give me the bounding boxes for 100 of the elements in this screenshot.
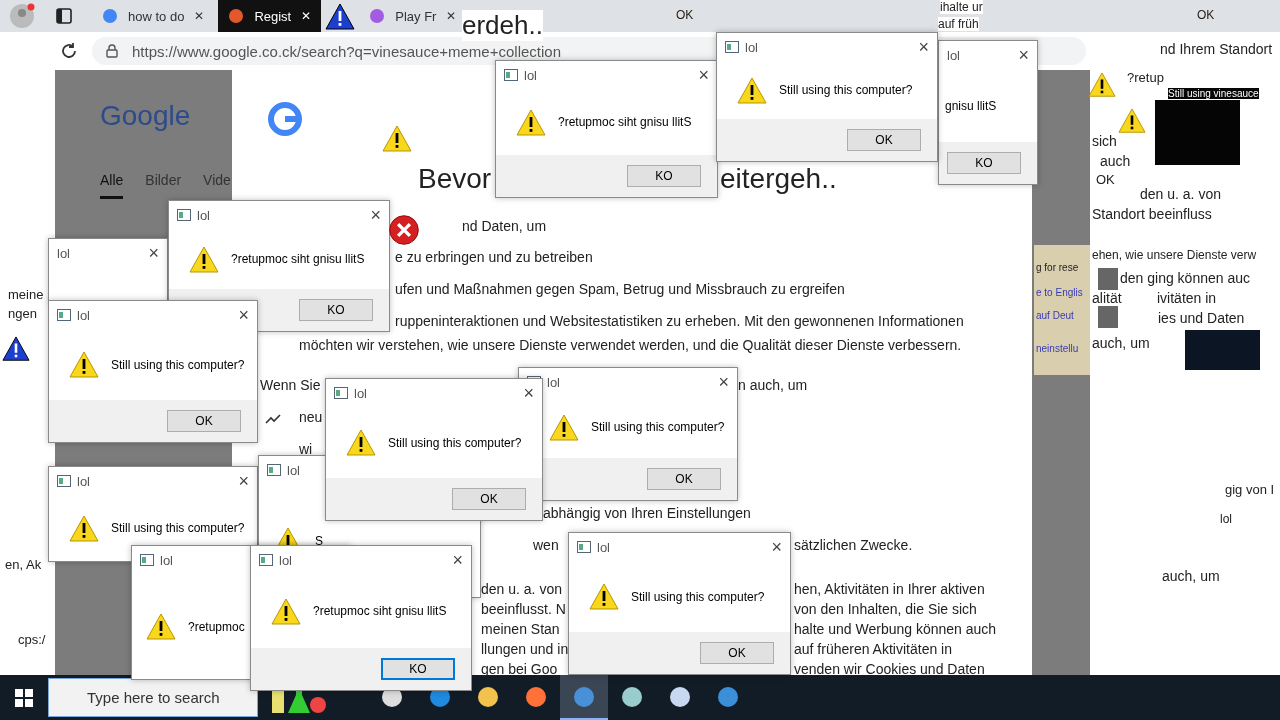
warning-icon [189,245,219,273]
glitch-text: den ging können auc [1120,270,1250,286]
glitch-text: OK [676,8,694,22]
dialog-button[interactable]: OK [167,410,241,432]
warning-icon [1118,108,1146,134]
dialog-message: Still using this computer? [111,357,245,372]
browser-tab[interactable]: Regist ✕ [218,0,322,32]
close-icon[interactable]: × [918,36,929,58]
glitch-text: ivitäten in [1157,290,1217,306]
close-icon[interactable]: ✕ [194,9,205,23]
dialog-message: ?retupmoc siht gnisu llitS [558,115,692,129]
window-title: lol [597,539,610,555]
window-title: lol [160,552,173,568]
favicon-icon [369,8,386,24]
consent-heading: eitergeh.. [720,163,837,195]
tab-actions-icon[interactable] [56,8,72,24]
warning-icon [589,583,619,610]
dialog-message: Still using this computer? [111,521,245,535]
glitch-text: ihalte ur [940,0,983,14]
avatar-icon[interactable] [8,2,36,30]
window-title: lol [77,473,90,489]
close-icon[interactable]: × [148,242,159,264]
consent-text: llungen und in [481,641,569,657]
window-title: lol [279,552,292,568]
dialog-message: Still using this computer? [631,589,765,604]
reload-icon[interactable] [60,42,78,60]
consent-text: venden wir Cookies und Daten [794,661,985,677]
dialog-button[interactable]: KO [947,152,1021,174]
search-field[interactable]: Type here to search [48,678,258,717]
browser-tab[interactable]: how to do ✕ [92,0,215,32]
consent-text: auf früheren Aktivitäten in [794,641,952,657]
window-title: lol [57,245,70,261]
consent-text: nd Daten, um [462,218,547,234]
window-title: lol [524,67,537,83]
glitch-text: auch [1100,153,1131,169]
close-icon[interactable]: × [452,549,463,571]
glitch-text: ehen, wie unsere Dienste verw [1092,248,1257,262]
close-icon[interactable]: × [1018,44,1029,66]
dialog-button[interactable]: OK [700,642,774,664]
consent-text: Wenn Sie [260,377,321,393]
consent-text: n auch, um [738,377,808,393]
close-icon[interactable]: ✕ [301,9,312,23]
favicon-icon [102,8,118,24]
dialog-button[interactable]: KO [627,165,701,187]
glitch-text: cps:/ [18,632,46,647]
dialog-button[interactable]: OK [847,129,921,151]
consent-text: e zu erbringen und zu betreiben [395,249,593,265]
glitch-text: Standort beeinfluss [1092,206,1212,222]
window-title: lol [947,47,960,63]
dialog-message: gnisu llitS [945,98,997,113]
glitch-text: OK [1197,8,1215,22]
panel-text: e to Englis [1036,287,1083,298]
dialog-message: ?retupmoc siht gnisu llitS [231,252,365,266]
warning-icon [325,2,356,30]
warning-icon [737,76,767,104]
dialog-button[interactable]: OK [647,468,721,490]
glitch-text: sich [1092,133,1117,149]
panel-text: g for rese [1036,262,1079,273]
consent-text: neu [299,409,323,425]
warning-icon [516,108,546,136]
google-icon [266,100,304,138]
warning-icon [146,613,176,640]
glitch-text: en, Ak [5,557,42,572]
panel-text: neinstellu [1036,343,1079,354]
consent-text: halte und Werbung können auch [794,621,997,637]
window-title: lol [197,207,210,223]
favicon-icon [228,8,245,24]
window-title: lol [745,39,758,55]
glitch-text: OK [1096,172,1115,187]
consent-text: von den Inhalten, die Sie sich [794,601,977,617]
dialog-message: S [315,533,323,548]
glitch-text: erdeh.. [462,10,543,41]
nav-tab[interactable]: Alle [99,172,124,199]
close-icon[interactable]: ✕ [446,9,457,23]
glitch-text: den u. a. von [1140,186,1221,202]
window-title: lol [547,374,560,390]
warning-icon [346,429,376,456]
close-icon[interactable]: × [771,536,782,558]
warning-icon [271,597,301,625]
close-icon[interactable]: × [370,204,381,226]
dialog-button[interactable]: KO [381,658,455,680]
consent-text: den u. a. von [481,581,562,597]
dialog-button[interactable]: KO [299,299,373,321]
window-title: lol [77,307,90,323]
trend-icon [265,413,281,425]
warning-icon [69,351,99,378]
glitch-text: auf früh [938,17,979,31]
warning-icon [69,514,99,542]
consent-text: wi [299,441,313,457]
close-icon[interactable]: × [718,371,729,393]
close-icon[interactable]: × [698,64,709,86]
window-title: lol [287,462,300,478]
close-icon[interactable]: × [238,470,249,492]
google-logo: Google [99,100,192,132]
consent-text: gen bei Goo [481,661,558,677]
dialog-button[interactable]: OK [452,488,526,510]
close-icon[interactable]: × [523,382,534,404]
window-title: lol [354,385,367,401]
close-icon[interactable]: × [238,304,249,326]
glitch-text: gig von I [1225,482,1275,497]
